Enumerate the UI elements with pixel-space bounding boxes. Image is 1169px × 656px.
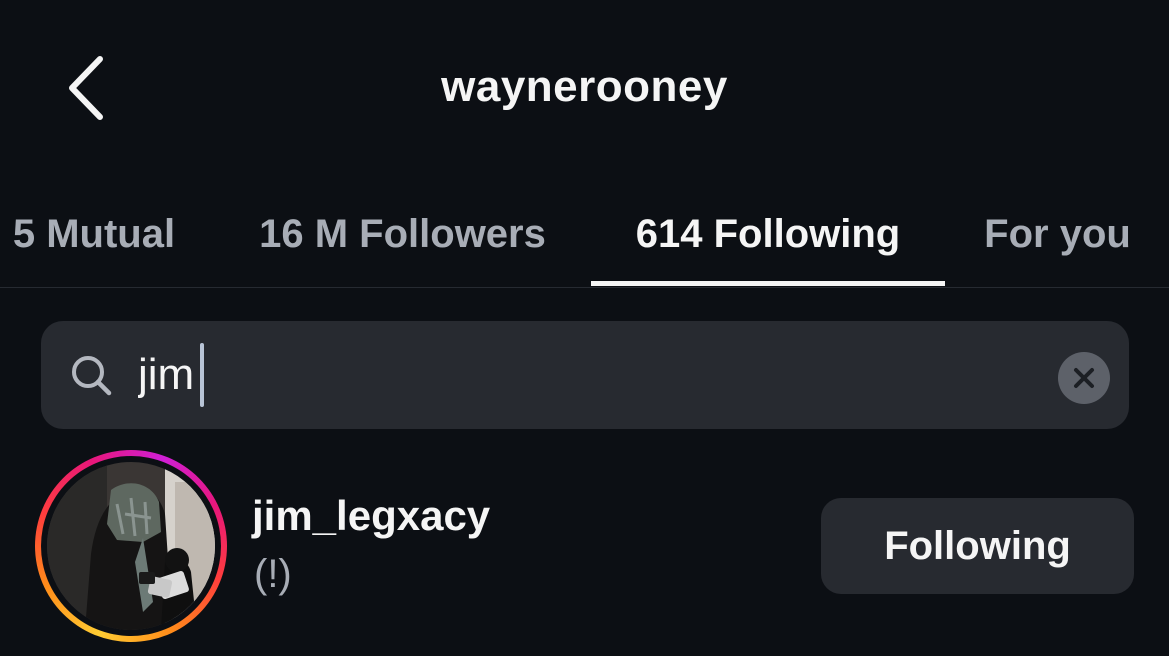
tab-for-you[interactable]: For you	[970, 180, 1145, 288]
tab-bar: 5 Mutual 16 M Followers 614 Following Fo…	[0, 180, 1169, 288]
clear-search-button[interactable]	[1058, 352, 1110, 404]
tab-followers[interactable]: 16 M Followers	[230, 180, 575, 288]
tab-mutual[interactable]: 5 Mutual	[0, 180, 194, 288]
header: waynerooney	[0, 0, 1169, 180]
following-button[interactable]: Following	[821, 498, 1134, 594]
search-icon	[72, 356, 112, 396]
active-tab-indicator	[591, 281, 945, 286]
close-icon	[1074, 368, 1094, 388]
avatar[interactable]	[47, 462, 215, 630]
page-title: waynerooney	[441, 62, 728, 111]
full-name: (!)	[254, 552, 292, 596]
tab-following[interactable]: 614 Following	[591, 180, 945, 288]
username[interactable]: jim_legxacy	[252, 492, 490, 540]
search-input[interactable]	[138, 343, 1018, 407]
text-cursor	[200, 343, 204, 407]
